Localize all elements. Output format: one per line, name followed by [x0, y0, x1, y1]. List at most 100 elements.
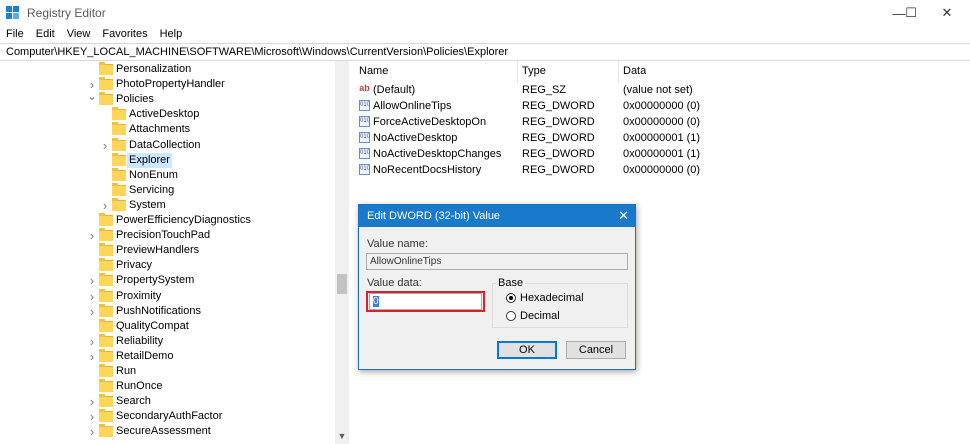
value-name-field[interactable]: AllowOnlineTips [366, 253, 628, 270]
chevron-right-icon[interactable]: › [87, 228, 97, 243]
menu-help[interactable]: Help [154, 26, 189, 42]
value-data-field[interactable]: 0 [369, 293, 482, 310]
chevron-right-icon[interactable]: › [100, 138, 110, 153]
chevron-right-icon[interactable]: › [87, 334, 97, 349]
value-row[interactable]: 010 NoActiveDesktop REG_DWORD 0x00000001 (1… [352, 130, 970, 146]
value-row[interactable]: ab (Default) REG_SZ (value not set) [352, 82, 970, 98]
hexadecimal-radio[interactable] [506, 293, 516, 303]
value-row[interactable]: 010 NoActiveDesktopChanges REG_DWORD 0x0000… [352, 146, 970, 162]
menu-view[interactable]: View [61, 26, 97, 42]
tree-item[interactable]: › PhotoPropertyHandler [0, 77, 335, 92]
chevron-right-icon[interactable]: › [87, 289, 97, 304]
tree-item[interactable]: Explorer [0, 153, 335, 168]
tree-item[interactable]: PreviewHandlers [0, 243, 335, 258]
tree-item-label: Reliability [116, 335, 164, 347]
menu-bar: File Edit View Favorites Help [0, 26, 970, 42]
tree-item[interactable]: NonEnum [0, 168, 335, 183]
registry-editor-icon [6, 6, 20, 20]
column-type[interactable]: Type [522, 65, 546, 77]
cancel-button[interactable]: Cancel [566, 341, 626, 359]
scrollbar-thumb[interactable] [337, 274, 347, 294]
chevron-right-icon[interactable]: › [87, 304, 97, 319]
tree-item[interactable]: Personalization [0, 62, 335, 77]
tree-item-label: Servicing [129, 184, 175, 196]
menu-file[interactable]: File [0, 26, 30, 42]
tree-item[interactable]: › SecureAssessment [0, 424, 335, 439]
tree-item[interactable]: Servicing [0, 183, 335, 198]
tree-item[interactable]: QualityCompat [0, 319, 335, 334]
decimal-radio[interactable] [506, 311, 516, 321]
chevron-down-icon[interactable]: ⌄ [87, 89, 97, 104]
value-data: 0x00000000 (0) [623, 116, 701, 128]
close-button[interactable]: ✕ [924, 0, 970, 26]
value-data-label: Value data: [367, 277, 422, 289]
tree-item[interactable]: ActiveDesktop [0, 107, 335, 122]
address-bar[interactable]: Computer\HKEY_LOCAL_MACHINE\SOFTWARE\Mic… [0, 43, 970, 61]
tree-item-label: PowerEfficiencyDiagnostics [116, 214, 251, 226]
column-data[interactable]: Data [623, 65, 646, 77]
tree-item[interactable]: › PropertySystem [0, 273, 335, 288]
tree-item[interactable]: › RetailDemo [0, 349, 335, 364]
chevron-right-icon[interactable]: › [87, 349, 97, 364]
tree-item-label: RunOnce [116, 380, 163, 392]
scroll-down-arrow-icon[interactable]: ▼ [335, 429, 349, 443]
tree-item[interactable]: Attachments [0, 122, 335, 137]
chevron-right-icon[interactable]: › [87, 394, 97, 409]
tree-item[interactable]: › System [0, 198, 335, 213]
value-name: NoActiveDesktopChanges [373, 148, 502, 160]
tree-item[interactable]: › PushNotifications [0, 304, 335, 319]
menu-edit[interactable]: Edit [30, 26, 61, 42]
value-row[interactable]: 010 NoRecentDocsHistory REG_DWORD 0x0000000… [352, 162, 970, 178]
tree-item[interactable]: RunOnce [0, 379, 335, 394]
tree-item[interactable]: › PrecisionTouchPad [0, 228, 335, 243]
value-type: REG_DWORD [522, 116, 595, 128]
column-name[interactable]: Name [359, 65, 388, 77]
chevron-right-icon[interactable]: › [100, 198, 110, 213]
folder-icon [99, 62, 113, 75]
value-row[interactable]: 010 AllowOnlineTips REG_DWORD 0x00000000 (0… [352, 98, 970, 114]
tree-item-label: SecureAssessment [116, 425, 211, 437]
tree-item-label: QualityCompat [116, 320, 189, 332]
hexadecimal-label[interactable]: Hexadecimal [520, 292, 584, 304]
tree-item-label: PhotoPropertyHandler [116, 78, 225, 90]
chevron-right-icon[interactable]: › [87, 273, 97, 288]
value-row[interactable]: 010 ForceActiveDesktopOn REG_DWORD 0x000000… [352, 114, 970, 130]
tree-item[interactable]: › Reliability [0, 334, 335, 349]
decimal-label[interactable]: Decimal [520, 310, 560, 322]
tree-item-label: DataCollection [129, 139, 201, 151]
tree-item[interactable]: › Proximity [0, 289, 335, 304]
tree-item[interactable]: › Search [0, 394, 335, 409]
folder-icon [112, 122, 126, 135]
tree-scrollbar[interactable]: ▼ [335, 61, 349, 444]
tree-item-label: PrecisionTouchPad [116, 229, 211, 241]
tree-item-label: Search [116, 395, 151, 407]
tree-item-label: PropertySystem [116, 274, 195, 286]
tree-item[interactable]: Run [0, 364, 335, 379]
tree-item[interactable]: ⌄ Policies [0, 89, 335, 107]
tree-item-label: Attachments [129, 123, 191, 135]
folder-icon [99, 394, 113, 407]
key-tree: Personalization › PhotoPropertyHandler ⌄ Pol… [0, 61, 349, 444]
ok-button[interactable]: OK [497, 341, 557, 359]
tree-item-label: Privacy [116, 259, 153, 271]
value-type: REG_DWORD [522, 148, 595, 160]
chevron-right-icon[interactable]: › [87, 424, 97, 439]
dialog-close-icon[interactable]: ✕ [618, 205, 629, 227]
tree-item-label: Policies [116, 93, 154, 105]
menu-favorites[interactable]: Favorites [96, 26, 153, 42]
window-title: Registry Editor [27, 6, 106, 20]
tree-item[interactable]: › DataCollection [0, 138, 335, 153]
tree-item-label: Run [116, 365, 137, 377]
folder-icon [99, 92, 113, 105]
list-header: Name Type Data [352, 61, 970, 83]
folder-icon [112, 153, 126, 166]
value-data-text: 0 [373, 296, 379, 307]
tree-item[interactable]: Privacy [0, 258, 335, 273]
binary-value-icon: 010 [359, 164, 370, 175]
chevron-right-icon[interactable]: › [87, 409, 97, 424]
tree-item-label: SecondaryAuthFactor [116, 410, 223, 422]
tree-item[interactable]: PowerEfficiencyDiagnostics [0, 213, 335, 228]
folder-icon [99, 273, 113, 286]
tree-item-label: Personalization [116, 63, 192, 75]
tree-item[interactable]: › SecondaryAuthFactor [0, 409, 335, 424]
